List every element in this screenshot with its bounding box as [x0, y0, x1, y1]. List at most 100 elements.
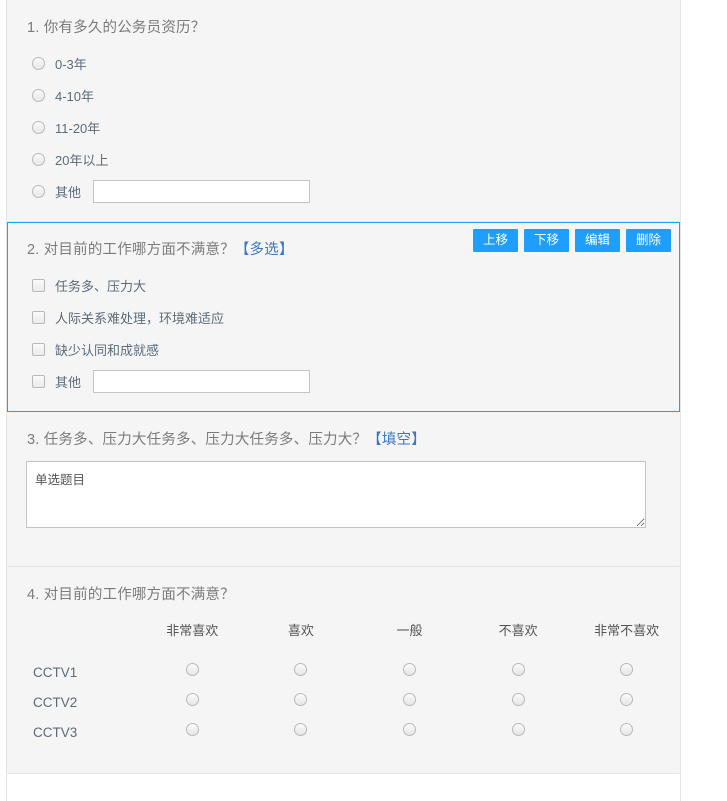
matrix-cell[interactable]: [572, 717, 681, 747]
matrix-row: CCTV1: [8, 657, 681, 687]
radio-icon[interactable]: [185, 663, 199, 676]
matrix-cell[interactable]: [247, 657, 356, 687]
matrix-header-row: 非常喜欢 喜欢 一般 不喜欢 非常不喜欢: [8, 620, 681, 657]
radio-icon[interactable]: [294, 693, 308, 706]
matrix-cell[interactable]: [138, 687, 247, 717]
matrix-column-header: 非常不喜欢: [594, 623, 660, 638]
radio-icon[interactable]: [294, 723, 308, 736]
option-row[interactable]: 任务多、压力大: [8, 269, 679, 301]
matrix-cell[interactable]: [464, 657, 573, 687]
radio-icon[interactable]: [294, 663, 308, 676]
matrix-column-header: 一般: [396, 623, 423, 638]
question-title-4: 4. 对目前的工作哪方面不满意？: [8, 568, 679, 604]
radio-icon[interactable]: [620, 723, 634, 736]
radio-icon[interactable]: [620, 693, 634, 706]
matrix-cell[interactable]: [572, 687, 681, 717]
matrix-cell[interactable]: [138, 657, 247, 687]
radio-icon[interactable]: [32, 184, 45, 198]
radio-icon[interactable]: [32, 120, 45, 134]
option-label: 任务多、压力大: [55, 278, 147, 294]
matrix-table: 非常喜欢 喜欢 一般 不喜欢 非常不喜欢 CCTV1 CCTV2 CCTV3: [8, 620, 681, 747]
checkbox-icon[interactable]: [32, 278, 45, 292]
question-text-3: 任务多、压力大任务多、压力大任务多、压力大？: [43, 432, 368, 448]
matrix-cell[interactable]: [464, 687, 573, 717]
radio-icon[interactable]: [185, 723, 199, 736]
matrix-column-header: 非常喜欢: [166, 623, 219, 638]
matrix-row: CCTV3: [8, 717, 681, 747]
matrix-cell[interactable]: [247, 687, 356, 717]
question-text-4: 对目前的工作哪方面不满意？: [43, 587, 235, 603]
option-row[interactable]: 20年以上: [8, 143, 679, 175]
textarea-wrapper: 单选题目: [8, 449, 679, 566]
question-list: 1. 你有多久的公务员资历？ 0-3年 4-10年 11-20年 20年以上 其…: [7, 0, 680, 774]
option-label: 0-3年: [55, 56, 87, 72]
checkbox-icon[interactable]: [32, 342, 45, 356]
radio-icon[interactable]: [402, 663, 416, 676]
option-row[interactable]: 11-20年: [8, 111, 679, 143]
matrix-cell[interactable]: [355, 657, 464, 687]
move-down-button[interactable]: 下移: [523, 229, 569, 252]
option-label: 其他: [55, 184, 82, 200]
question-number-4: 4.: [27, 587, 40, 603]
other-text-input[interactable]: [93, 369, 311, 393]
question-toolbar-2: 上移 下移 编辑 删除: [472, 229, 671, 252]
matrix-cell[interactable]: [572, 657, 681, 687]
matrix-cell[interactable]: [247, 717, 356, 747]
options-list-2: 任务多、压力大 人际关系难处理，环境难适应 缺少认同和成就感 其他: [8, 259, 679, 411]
matrix-row: CCTV2: [8, 687, 681, 717]
radio-icon[interactable]: [402, 723, 416, 736]
radio-icon[interactable]: [32, 56, 45, 70]
checkbox-icon[interactable]: [32, 310, 45, 324]
matrix-row-label: CCTV1: [33, 664, 78, 680]
option-label: 4-10年: [55, 88, 95, 104]
question-number-3: 3.: [27, 432, 40, 448]
question-title-1: 1. 你有多久的公务员资历？: [8, 1, 679, 37]
matrix-row-label: CCTV2: [33, 694, 78, 710]
question-title-3: 3. 任务多、压力大任务多、压力大任务多、压力大？【填空】: [8, 413, 679, 449]
question-block-4[interactable]: 4. 对目前的工作哪方面不满意？ 非常喜欢 喜欢 一般 不喜欢 非常不喜欢 CC…: [7, 567, 680, 774]
option-row[interactable]: 4-10年: [8, 79, 679, 111]
option-row[interactable]: 人际关系难处理，环境难适应: [8, 301, 679, 333]
delete-button[interactable]: 删除: [625, 229, 671, 252]
radio-icon[interactable]: [511, 693, 525, 706]
edit-button[interactable]: 编辑: [574, 229, 620, 252]
options-list-1: 0-3年 4-10年 11-20年 20年以上 其他: [8, 37, 679, 221]
matrix-wrapper: 非常喜欢 喜欢 一般 不喜欢 非常不喜欢 CCTV1 CCTV2 CCTV3: [8, 604, 679, 773]
option-row-other[interactable]: 其他: [8, 365, 679, 397]
move-up-button[interactable]: 上移: [472, 229, 518, 252]
question-text-2: 对目前的工作哪方面不满意？: [43, 242, 235, 258]
matrix-column-header: 喜欢: [287, 623, 314, 638]
option-label: 20年以上: [55, 152, 109, 168]
radio-icon[interactable]: [511, 723, 525, 736]
other-text-input[interactable]: [93, 179, 311, 203]
fill-in-textarea[interactable]: 单选题目: [26, 461, 646, 528]
option-row[interactable]: 缺少认同和成就感: [8, 333, 679, 365]
radio-icon[interactable]: [620, 663, 634, 676]
checkbox-icon[interactable]: [32, 374, 45, 388]
question-block-1[interactable]: 1. 你有多久的公务员资历？ 0-3年 4-10年 11-20年 20年以上 其…: [7, 0, 680, 222]
question-block-2[interactable]: 上移 下移 编辑 删除 2. 对目前的工作哪方面不满意？【多选】 任务多、压力大…: [7, 222, 680, 412]
matrix-cell[interactable]: [138, 717, 247, 747]
matrix-row-label: CCTV3: [33, 724, 78, 740]
question-text-1: 你有多久的公务员资历？: [43, 20, 206, 36]
matrix-column-header: 不喜欢: [498, 623, 538, 638]
option-label: 其他: [55, 374, 82, 390]
matrix-cell[interactable]: [355, 717, 464, 747]
matrix-corner-cell: [8, 620, 138, 657]
radio-icon[interactable]: [402, 693, 416, 706]
matrix-cell[interactable]: [355, 687, 464, 717]
radio-icon[interactable]: [185, 693, 199, 706]
question-type-tag-3: 【填空】: [367, 432, 426, 448]
radio-icon[interactable]: [32, 88, 45, 102]
survey-editor-page: 1. 你有多久的公务员资历？ 0-3年 4-10年 11-20年 20年以上 其…: [0, 0, 727, 801]
question-block-3[interactable]: 3. 任务多、压力大任务多、压力大任务多、压力大？【填空】 单选题目: [7, 412, 680, 567]
option-label: 人际关系难处理，环境难适应: [55, 310, 225, 326]
question-number-2: 2.: [27, 242, 40, 258]
radio-icon[interactable]: [511, 663, 525, 676]
option-label: 11-20年: [55, 120, 101, 136]
matrix-cell[interactable]: [464, 717, 573, 747]
option-row-other[interactable]: 其他: [8, 175, 679, 207]
option-row[interactable]: 0-3年: [8, 47, 679, 79]
radio-icon[interactable]: [32, 152, 45, 166]
question-type-tag-2: 【多选】: [234, 242, 294, 258]
